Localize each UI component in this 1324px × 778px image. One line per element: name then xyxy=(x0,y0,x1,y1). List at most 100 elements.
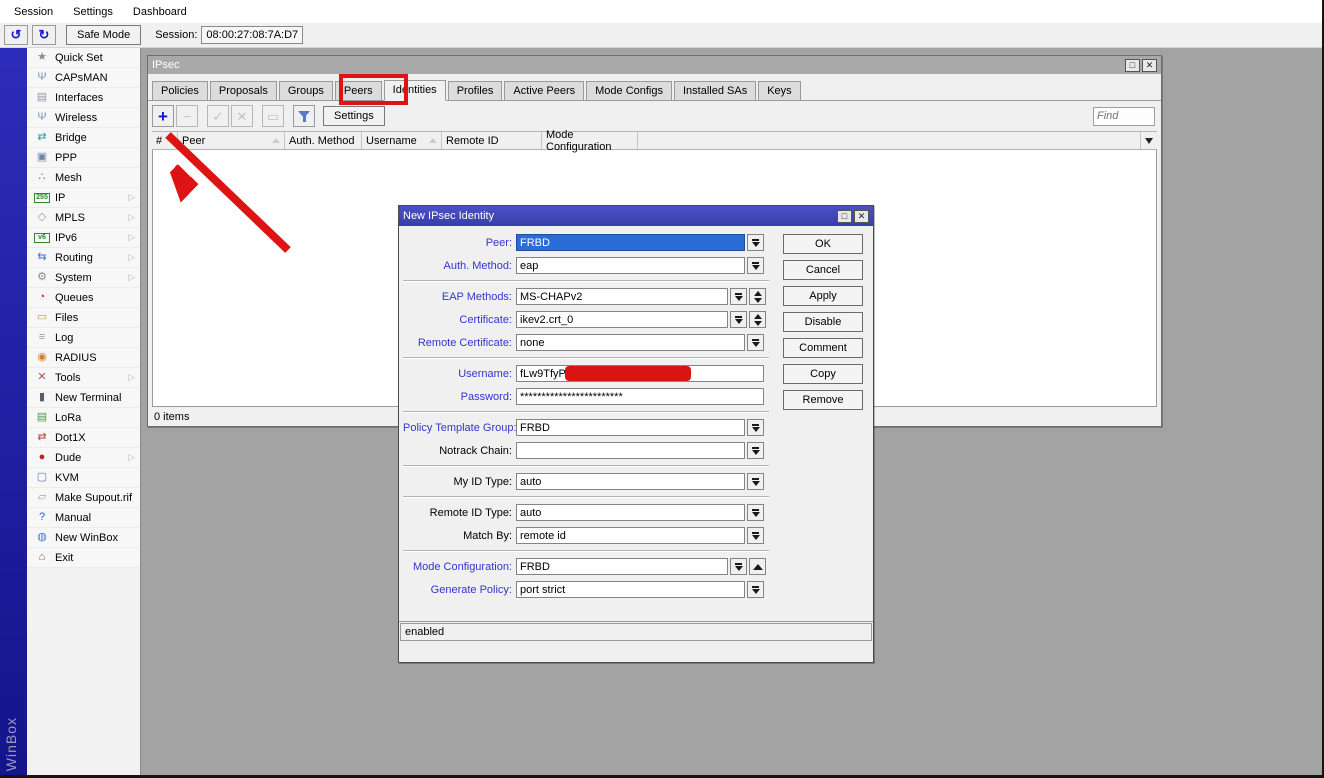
username-field[interactable]: fLw9TfyP xyxy=(516,365,764,382)
dropdown-icon[interactable] xyxy=(730,288,747,305)
add-button[interactable]: + xyxy=(152,105,174,127)
my-id-type-field[interactable]: auto xyxy=(516,473,745,490)
find-input[interactable] xyxy=(1093,107,1155,126)
dropdown-icon[interactable] xyxy=(747,334,764,351)
tab-active-peers[interactable]: Active Peers xyxy=(504,81,584,100)
close-icon[interactable]: ✕ xyxy=(1142,59,1157,72)
remote-id-type-field[interactable]: auto xyxy=(516,504,745,521)
sidebar-item-files[interactable]: ▭Files xyxy=(27,308,140,328)
tab-proposals[interactable]: Proposals xyxy=(210,81,277,100)
updown-spinner-icon[interactable] xyxy=(749,311,766,328)
policy-template-group-field[interactable]: FRBD xyxy=(516,419,745,436)
up-arrow-icon[interactable] xyxy=(749,558,766,575)
field-row-notrack-chain: Notrack Chain: xyxy=(403,442,873,459)
sidebar-item-log[interactable]: ≡Log xyxy=(27,328,140,348)
redo-button[interactable]: ↻ xyxy=(32,25,56,45)
sidebar-item-tools[interactable]: ✕Tools▷ xyxy=(27,368,140,388)
tab-policies[interactable]: Policies xyxy=(152,81,208,100)
column-header-peer[interactable]: Peer xyxy=(178,132,285,149)
sidebar-item-interfaces[interactable]: ▤Interfaces xyxy=(27,88,140,108)
sidebar-item-bridge[interactable]: ⇄Bridge xyxy=(27,128,140,148)
dropdown-icon[interactable] xyxy=(747,504,764,521)
column-header-label: # xyxy=(156,135,162,147)
sidebar-item-dude[interactable]: ●Dude▷ xyxy=(27,448,140,468)
column-header-auth-method[interactable]: Auth. Method xyxy=(285,132,362,149)
dropdown-icon[interactable] xyxy=(747,581,764,598)
session-field[interactable]: 08:00:27:08:7A:D7 xyxy=(201,26,303,44)
cancel-button[interactable]: Cancel xyxy=(783,260,863,280)
eap-methods-field[interactable]: MS-CHAPv2 xyxy=(516,288,728,305)
column-header-mode-configuration[interactable]: Mode Configuration xyxy=(542,132,638,149)
column-header-username[interactable]: Username xyxy=(362,132,442,149)
ipsec-titlebar[interactable]: IPsec □ ✕ xyxy=(148,56,1161,74)
remote-certificate-field[interactable]: none xyxy=(516,334,745,351)
dropdown-icon[interactable] xyxy=(747,442,764,459)
comment-button[interactable]: Comment xyxy=(783,338,863,358)
maximize-icon[interactable]: □ xyxy=(1125,59,1140,72)
password-field[interactable]: ************************ xyxy=(516,388,764,405)
ok-button[interactable]: OK xyxy=(783,234,863,254)
tab-keys[interactable]: Keys xyxy=(758,81,800,100)
safe-mode-button[interactable]: Safe Mode xyxy=(66,25,141,45)
tab-profiles[interactable]: Profiles xyxy=(448,81,503,100)
sidebar-item-mpls[interactable]: ◇MPLS▷ xyxy=(27,208,140,228)
tab-mode-configs[interactable]: Mode Configs xyxy=(586,81,672,100)
sidebar-item-capsman[interactable]: ΨCAPsMAN xyxy=(27,68,140,88)
dropdown-icon[interactable] xyxy=(747,473,764,490)
copy-button[interactable]: Copy xyxy=(783,364,863,384)
sidebar-item-make-supout-rif[interactable]: ▱Make Supout.rif xyxy=(27,488,140,508)
tab-groups[interactable]: Groups xyxy=(279,81,333,100)
notrack-chain-field[interactable] xyxy=(516,442,745,459)
menubar-item-dashboard[interactable]: Dashboard xyxy=(123,3,197,21)
sidebar-item-ipv6[interactable]: v6IPv6▷ xyxy=(27,228,140,248)
remove-button[interactable]: Remove xyxy=(783,390,863,410)
sidebar-item-quick-set[interactable]: ★Quick Set xyxy=(27,48,140,68)
undo-button[interactable]: ↺ xyxy=(4,25,28,45)
sidebar-item-lora[interactable]: ▤LoRa xyxy=(27,408,140,428)
sidebar-item-new-terminal[interactable]: ▮New Terminal xyxy=(27,388,140,408)
sidebar-item-label: Tools xyxy=(55,372,81,384)
peer-field[interactable]: FRBD xyxy=(516,234,745,251)
tab-peers[interactable]: Peers xyxy=(335,81,382,100)
sidebar-item-manual[interactable]: ?Manual xyxy=(27,508,140,528)
dropdown-icon[interactable] xyxy=(747,527,764,544)
sidebar-item-routing[interactable]: ⇆Routing▷ xyxy=(27,248,140,268)
sidebar-item-system[interactable]: ⚙System▷ xyxy=(27,268,140,288)
sidebar-item-dot1x[interactable]: ⇄Dot1X xyxy=(27,428,140,448)
updown-spinner-icon[interactable] xyxy=(749,288,766,305)
dialog-titlebar[interactable]: New IPsec Identity □ ✕ xyxy=(399,206,873,226)
menubar-item-settings[interactable]: Settings xyxy=(63,3,123,21)
dropdown-icon[interactable] xyxy=(747,257,764,274)
dropdown-icon[interactable] xyxy=(747,419,764,436)
sidebar-item-queues[interactable]: ◔Queues xyxy=(27,288,140,308)
disable-button[interactable]: Disable xyxy=(783,312,863,332)
sidebar-item-exit[interactable]: ⌂Exit xyxy=(27,548,140,568)
tab-identities[interactable]: Identities xyxy=(384,80,446,101)
column-header-number[interactable]: # xyxy=(152,132,178,149)
sidebar-item-mesh[interactable]: ∴Mesh xyxy=(27,168,140,188)
sidebar-item-ppp[interactable]: ▣PPP xyxy=(27,148,140,168)
tab-installed-sas[interactable]: Installed SAs xyxy=(674,81,756,100)
sidebar-item-wireless[interactable]: ΨWireless xyxy=(27,108,140,128)
mode-configuration-field[interactable]: FRBD xyxy=(516,558,728,575)
settings-button[interactable]: Settings xyxy=(323,106,385,126)
generate-policy-field[interactable]: port strict xyxy=(516,581,745,598)
dialog-close-icon[interactable]: ✕ xyxy=(854,210,869,223)
sidebar-item-kvm[interactable]: ▢KVM xyxy=(27,468,140,488)
sidebar-item-ip[interactable]: 255IP▷ xyxy=(27,188,140,208)
dialog-maximize-icon[interactable]: □ xyxy=(837,210,852,223)
dropdown-icon[interactable] xyxy=(747,234,764,251)
apply-button[interactable]: Apply xyxy=(783,286,863,306)
column-header-remote-id[interactable]: Remote ID xyxy=(442,132,542,149)
certificate-field[interactable]: ikev2.crt_0 xyxy=(516,311,728,328)
match-by-field[interactable]: remote id xyxy=(516,527,745,544)
sidebar-item-radius[interactable]: ◉RADIUS xyxy=(27,348,140,368)
menubar-item-session[interactable]: Session xyxy=(4,3,63,21)
sidebar-item-new-winbox[interactable]: ◍New WinBox xyxy=(27,528,140,548)
dropdown-icon[interactable] xyxy=(730,558,747,575)
dropdown-icon[interactable] xyxy=(730,311,747,328)
wireless-antenna-icon: Ψ xyxy=(34,111,50,125)
column-menu-button[interactable] xyxy=(1140,132,1157,149)
auth-method-field[interactable]: eap xyxy=(516,257,745,274)
filter-button[interactable] xyxy=(293,105,315,127)
